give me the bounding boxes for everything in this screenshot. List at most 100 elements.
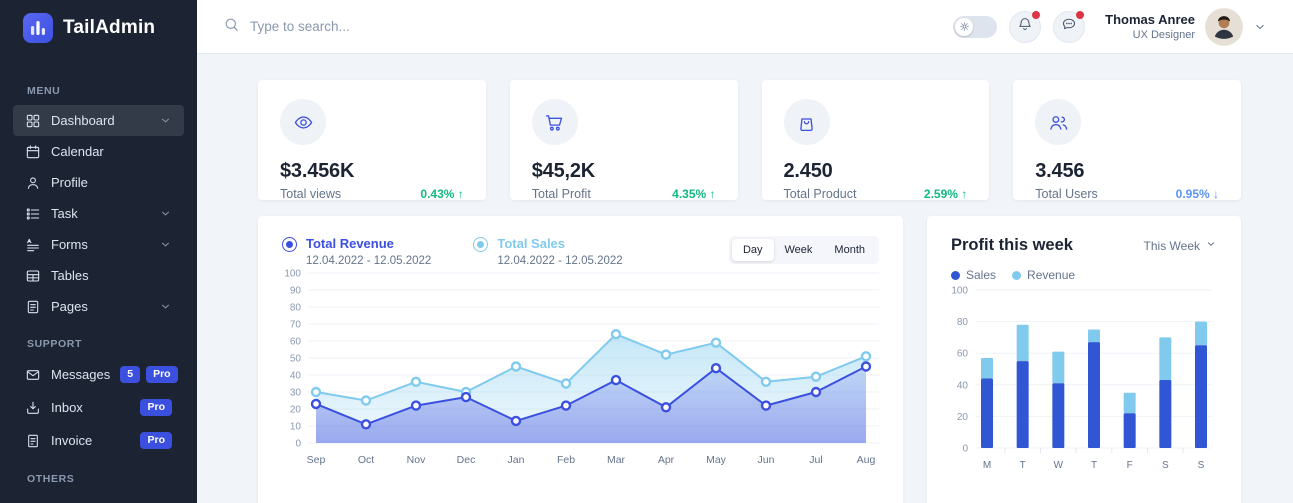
- profit-chart-title: Profit this week: [951, 236, 1073, 255]
- stat-delta-up: 0.43% ↑: [420, 187, 463, 201]
- profit-bar-chart: 020406080100MTWTFSS: [951, 282, 1217, 490]
- profit-chart-legend: SalesRevenue: [951, 268, 1217, 282]
- sidebar-item-label: Profile: [51, 175, 88, 190]
- chat-icon: [1061, 16, 1077, 37]
- sidebar-item-label: Pages: [51, 299, 88, 314]
- invoice-icon: [25, 433, 41, 449]
- svg-text:T: T: [1091, 460, 1097, 471]
- svg-text:Oct: Oct: [358, 454, 374, 466]
- sidebar-item-label: Tables: [51, 268, 89, 283]
- svg-text:60: 60: [957, 349, 969, 360]
- legend-dot: [951, 271, 960, 280]
- chevron-down-icon: [159, 207, 172, 220]
- stat-label: Total Users: [1035, 187, 1098, 201]
- pro-badge: Pro: [146, 366, 178, 383]
- sidebar: TailAdmin MENUDashboardCalendarProfileTa…: [0, 0, 197, 503]
- users-icon: [1035, 99, 1081, 145]
- chevron-down-icon: [1253, 20, 1267, 34]
- calendar-icon: [25, 144, 41, 160]
- series-date-range: 12.04.2022 - 12.05.2022: [497, 255, 622, 267]
- svg-text:Aug: Aug: [857, 454, 876, 466]
- section-label-support: SUPPORT: [27, 338, 197, 350]
- top-header: Thomas Anree UX Designer: [197, 0, 1293, 54]
- svg-text:S: S: [1162, 460, 1169, 471]
- period-button-week[interactable]: Week: [774, 239, 824, 261]
- svg-text:70: 70: [290, 320, 302, 331]
- series-name: Total Revenue: [306, 236, 431, 251]
- eye-icon: [280, 99, 326, 145]
- week-select[interactable]: This Week: [1144, 238, 1217, 253]
- chevron-down-icon: [159, 238, 172, 251]
- total-sales-toggle[interactable]: Total Sales 12.04.2022 - 12.05.2022: [473, 236, 622, 267]
- notifications-button[interactable]: [1009, 11, 1041, 43]
- dashboard-content: $3.456KTotal views0.43% ↑$45,2KTotal Pro…: [197, 54, 1293, 503]
- stat-delta-down: 0.95% ↓: [1176, 187, 1219, 201]
- period-button-month[interactable]: Month: [823, 239, 876, 261]
- svg-text:40: 40: [957, 380, 969, 391]
- sidebar-item-forms[interactable]: Forms: [13, 229, 184, 260]
- stat-card-total-product: 2.450Total Product2.59% ↑: [762, 80, 990, 200]
- week-select-value: This Week: [1144, 239, 1200, 253]
- messages-button[interactable]: [1053, 11, 1085, 43]
- series-date-range: 12.04.2022 - 12.05.2022: [306, 255, 431, 267]
- svg-text:Feb: Feb: [557, 454, 575, 466]
- svg-text:S: S: [1198, 460, 1205, 471]
- pro-badge: Pro: [140, 432, 172, 449]
- sidebar-item-label: Dashboard: [51, 113, 115, 128]
- sidebar-item-profile[interactable]: Profile: [13, 167, 184, 198]
- legend-item-revenue: Revenue: [1012, 268, 1075, 282]
- stat-card-total-users: 3.456 Total Users 0.95% ↓: [1013, 80, 1241, 200]
- sidebar-item-label: Messages: [51, 367, 110, 382]
- sidebar-item-dashboard[interactable]: Dashboard: [13, 105, 184, 136]
- logo[interactable]: TailAdmin: [0, 0, 197, 43]
- period-segmented-control: DayWeekMonth: [729, 236, 879, 264]
- svg-text:20: 20: [957, 412, 969, 423]
- cart-icon: [532, 99, 578, 145]
- stat-value: $3.456K: [280, 160, 464, 183]
- svg-text:M: M: [983, 460, 991, 471]
- avatar[interactable]: [1205, 8, 1243, 46]
- stat-delta-up: 4.35% ↑: [672, 187, 715, 201]
- stat-value: 3.456: [1035, 160, 1219, 183]
- svg-text:60: 60: [290, 337, 302, 348]
- svg-text:Nov: Nov: [407, 454, 426, 466]
- sidebar-item-messages[interactable]: Messages5Pro: [13, 358, 184, 391]
- table-icon: [25, 268, 41, 284]
- header-actions: Thomas Anree UX Designer: [953, 8, 1267, 46]
- revenue-area-chart: 0102030405060708090100SepOctNovDecJanFeb…: [282, 267, 879, 479]
- svg-text:Jun: Jun: [758, 454, 775, 466]
- svg-text:80: 80: [957, 317, 969, 328]
- period-button-day[interactable]: Day: [732, 239, 774, 261]
- sidebar-item-inbox[interactable]: Inbox Pro: [13, 391, 184, 424]
- svg-text:100: 100: [284, 269, 301, 280]
- sidebar-item-label: Inbox: [51, 400, 83, 415]
- svg-text:0: 0: [295, 439, 301, 450]
- user-name: Thomas Anree: [1105, 12, 1195, 27]
- sidebar-item-tables[interactable]: Tables: [13, 260, 184, 291]
- inbox-icon: [25, 400, 41, 416]
- total-revenue-toggle[interactable]: Total Revenue 12.04.2022 - 12.05.2022: [282, 236, 431, 267]
- sidebar-item-calendar[interactable]: Calendar: [13, 136, 184, 167]
- dark-mode-toggle[interactable]: [953, 16, 997, 38]
- legend-dot: [1012, 271, 1021, 280]
- pro-badge: Pro: [140, 399, 172, 416]
- app-window: TailAdmin MENUDashboardCalendarProfileTa…: [0, 0, 1293, 503]
- stat-card-total-views: $3.456KTotal views0.43% ↑: [258, 80, 486, 200]
- stat-card-total-profit: $45,2KTotal Profit4.35% ↑: [510, 80, 738, 200]
- sidebar-item-label: Invoice: [51, 433, 92, 448]
- svg-text:90: 90: [290, 286, 302, 297]
- user-menu[interactable]: Thomas Anree UX Designer: [1105, 8, 1267, 46]
- sidebar-item-pages[interactable]: Pages: [13, 291, 184, 322]
- stat-label: Total Product: [784, 187, 857, 201]
- stat-delta-up: 2.59% ↑: [924, 187, 967, 201]
- task-icon: [25, 206, 41, 222]
- svg-text:Sep: Sep: [307, 454, 326, 466]
- svg-text:Apr: Apr: [658, 454, 675, 466]
- series-name: Total Sales: [497, 236, 622, 251]
- sidebar-item-invoice[interactable]: Invoice Pro: [13, 424, 184, 457]
- sidebar-item-task[interactable]: Task: [13, 198, 184, 229]
- svg-text:T: T: [1020, 460, 1026, 471]
- app-title: TailAdmin: [63, 17, 155, 39]
- search-input[interactable]: [250, 19, 530, 34]
- user-icon: [25, 175, 41, 191]
